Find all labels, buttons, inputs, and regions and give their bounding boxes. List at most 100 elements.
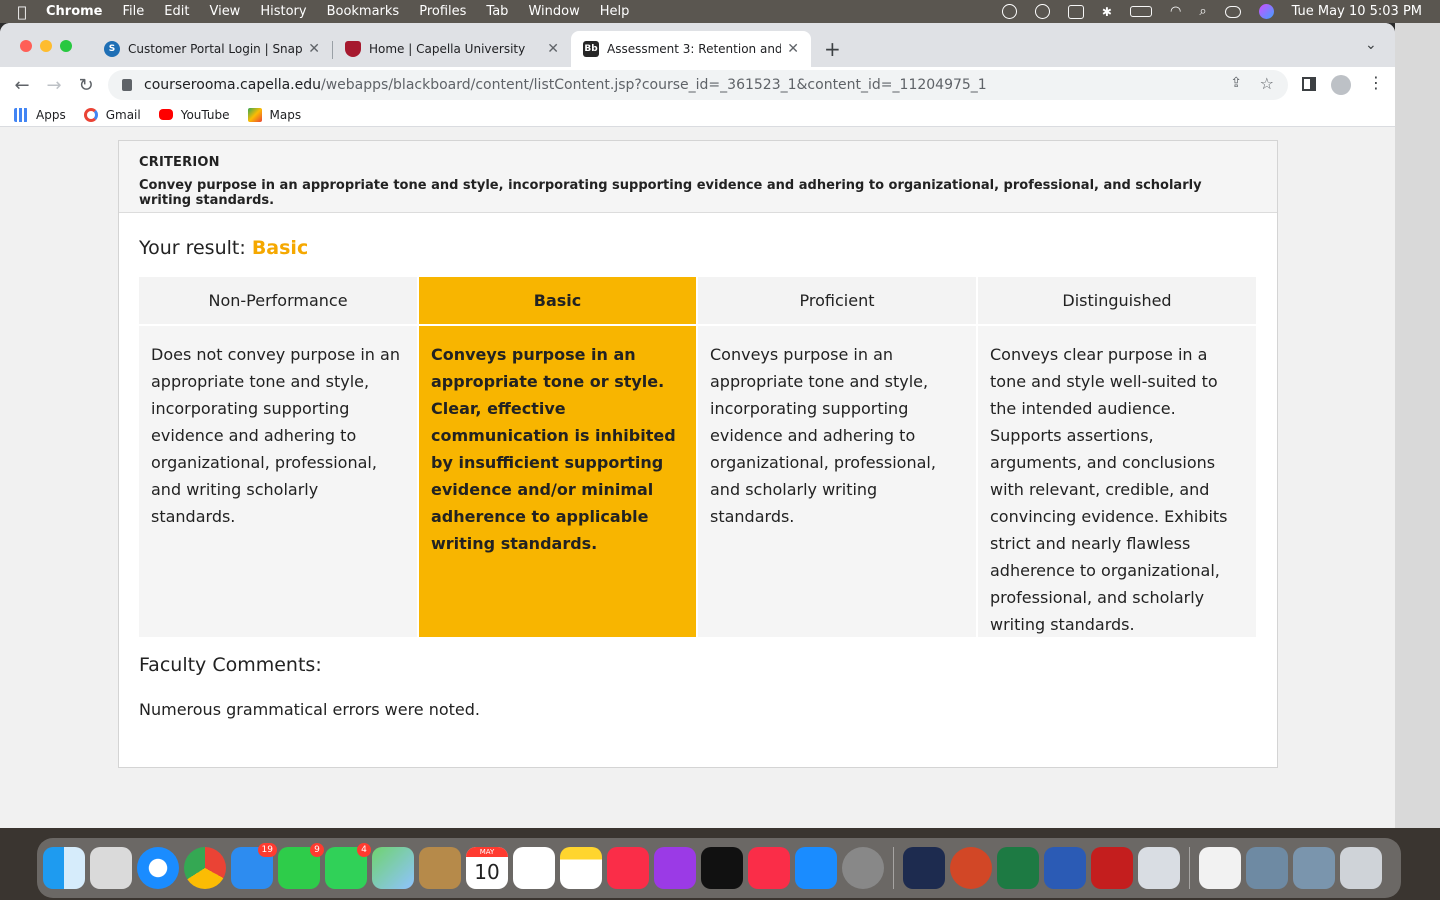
tab-title: Assessment 3: Retention and S (607, 42, 782, 56)
app-store-icon[interactable] (795, 847, 837, 889)
menu-view[interactable]: View (209, 4, 240, 19)
new-tab-button[interactable]: + (824, 37, 841, 61)
maximize-window-button[interactable] (60, 40, 72, 52)
menu-file[interactable]: File (123, 4, 145, 19)
news-icon[interactable] (748, 847, 790, 889)
apple-icon[interactable]:  (14, 3, 30, 21)
desktop-wallpaper: 19 9 4 MAY 10 (0, 828, 1440, 900)
close-window-button[interactable] (20, 40, 32, 52)
tab-close-icon[interactable]: ✕ (308, 41, 320, 57)
facetime-badge: 9 (310, 843, 324, 857)
rubric-card: CRITERION Convey purpose in an appropria… (118, 140, 1278, 768)
facetime-icon[interactable]: 9 (278, 843, 324, 889)
bookmark-label: Gmail (105, 107, 141, 122)
document-icon[interactable] (1199, 847, 1241, 889)
lockdown-browser-icon[interactable] (903, 847, 945, 889)
grammarly-icon[interactable] (1001, 4, 1017, 19)
word-icon[interactable] (1044, 847, 1086, 889)
bookmark-youtube[interactable]: YouTube (158, 108, 230, 122)
menu-help[interactable]: Help (600, 4, 630, 19)
launchpad-icon[interactable] (90, 847, 132, 889)
music-icon[interactable] (607, 847, 649, 889)
forward-arrow-icon[interactable]: → (44, 75, 64, 96)
chrome-menu-icon[interactable]: ⋮ (1368, 73, 1384, 92)
lock-icon[interactable] (122, 79, 132, 91)
contacts-icon[interactable] (419, 847, 461, 889)
rubric-level-description: Conveys purpose in an appropriate tone o… (419, 326, 696, 637)
page-content: CRITERION Convey purpose in an appropria… (0, 136, 1395, 828)
url-host: courserooma.capella.edu (144, 77, 322, 93)
bookmark-apps[interactable]: Apps (14, 107, 66, 122)
dock-separator (1189, 847, 1190, 889)
calendar-icon[interactable]: MAY 10 (466, 847, 508, 889)
menu-profiles[interactable]: Profiles (419, 4, 466, 19)
reload-icon[interactable]: ↻ (76, 75, 96, 96)
excel-icon[interactable] (997, 847, 1039, 889)
keyboard-icon[interactable] (1067, 4, 1084, 19)
calendar-month: MAY (466, 847, 508, 857)
notes-icon[interactable] (560, 847, 602, 889)
downloads-stack-icon[interactable] (1293, 847, 1335, 889)
dock-separator (893, 847, 894, 889)
status-tray: ✱ ◠ ⌕ Tue May 10 5:03 PM (1001, 0, 1422, 23)
wifi-icon[interactable]: ◠ (1170, 4, 1181, 19)
criterion-label: CRITERION (139, 155, 220, 170)
tab-snap-portal[interactable]: S Customer Portal Login | Snap F ✕ (92, 31, 332, 67)
preview-icon[interactable] (1138, 847, 1180, 889)
spotlight-search-icon[interactable]: ⌕ (1199, 4, 1206, 19)
faculty-comments-text: Numerous grammatical errors were noted. (139, 700, 481, 719)
capella-shield-icon (345, 41, 361, 57)
result-value: Basic (251, 237, 309, 259)
bookmark-label: Apps (36, 107, 66, 122)
tab-close-icon[interactable]: ✕ (787, 41, 799, 57)
snap-favicon-icon: S (104, 41, 120, 57)
menu-tab[interactable]: Tab (486, 4, 508, 19)
creative-cloud-icon[interactable] (1034, 4, 1050, 19)
tab-close-icon[interactable]: ✕ (547, 41, 559, 57)
menu-bookmarks[interactable]: Bookmarks (327, 4, 400, 19)
menu-edit[interactable]: Edit (164, 4, 189, 19)
menu-history[interactable]: History (260, 4, 306, 19)
bookmark-star-icon[interactable]: ☆ (1260, 74, 1274, 93)
tab-strip: S Customer Portal Login | Snap F ✕ Home … (0, 23, 1395, 67)
bluetooth-icon[interactable]: ✱ (1102, 5, 1112, 19)
siri-icon[interactable] (1258, 4, 1274, 19)
rubric-level-header: Distinguished (978, 277, 1256, 324)
tab-assessment-3[interactable]: Bb Assessment 3: Retention and S ✕ (571, 31, 811, 67)
minimize-window-button[interactable] (40, 40, 52, 52)
profile-avatar-icon[interactable] (1331, 75, 1351, 95)
podcasts-icon[interactable] (654, 847, 696, 889)
bookmark-maps[interactable]: Maps (247, 107, 301, 122)
tab-search-chevron-icon[interactable]: ⌄ (1365, 37, 1377, 53)
back-arrow-icon[interactable]: ← (12, 75, 32, 96)
system-preferences-icon[interactable] (842, 847, 884, 889)
maps-icon[interactable] (372, 847, 414, 889)
finder-icon[interactable] (43, 847, 85, 889)
menubar-clock[interactable]: Tue May 10 5:03 PM (1292, 4, 1422, 19)
share-icon[interactable]: ⇪ (1230, 75, 1242, 91)
chrome-icon[interactable] (184, 847, 226, 889)
faculty-comments-title: Faculty Comments: (139, 654, 322, 676)
rubric-level-header: Non-Performance (139, 277, 417, 324)
menu-app-name[interactable]: Chrome (46, 4, 103, 19)
tab-capella-home[interactable]: Home | Capella University ✕ (333, 31, 571, 67)
folder-stack-icon[interactable] (1246, 847, 1288, 889)
side-panel-icon[interactable] (1302, 77, 1316, 91)
mail-badge: 19 (257, 843, 277, 857)
menu-window[interactable]: Window (528, 4, 579, 19)
apple-tv-icon[interactable] (701, 847, 743, 889)
mail-icon[interactable]: 19 (231, 843, 277, 889)
safari-icon[interactable] (137, 847, 179, 889)
bookmark-gmail[interactable]: Gmail (83, 107, 141, 122)
acrobat-icon[interactable] (1091, 847, 1133, 889)
messages-icon[interactable]: 4 (325, 843, 371, 889)
address-bar[interactable]: courserooma.capella.edu/webapps/blackboa… (108, 70, 1288, 100)
criterion-text: Convey purpose in an appropriate tone an… (139, 178, 1202, 208)
battery-icon[interactable] (1129, 6, 1152, 17)
browser-toolbar: ← → ↻ courserooma.capella.edu/webapps/bl… (0, 67, 1395, 103)
reminders-icon[interactable] (513, 847, 555, 889)
powerpoint-icon[interactable] (950, 847, 992, 889)
control-center-icon[interactable] (1224, 5, 1241, 18)
trash-icon[interactable] (1340, 847, 1382, 889)
rubric-level-header: Basic (419, 277, 696, 324)
